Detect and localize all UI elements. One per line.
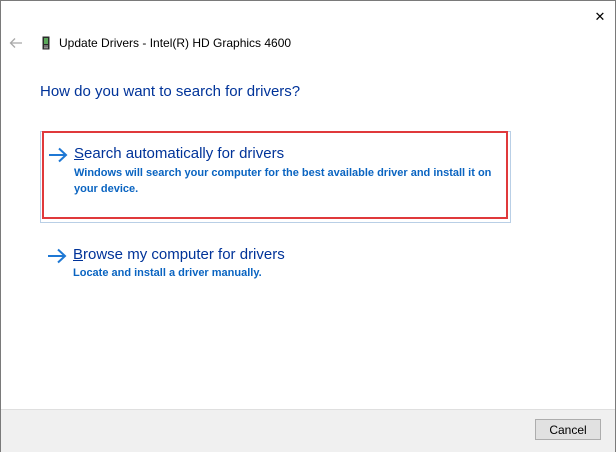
title-bar bbox=[1, 1, 585, 41]
page-heading: How do you want to search for drivers? bbox=[40, 83, 301, 100]
dialog-footer: Cancel bbox=[1, 409, 615, 452]
accelerator-letter: S bbox=[74, 145, 85, 162]
search-automatically-description: Windows will search your computer for th… bbox=[74, 167, 492, 195]
browse-computer-option[interactable]: Browse my computer for drivers Locate an… bbox=[40, 239, 511, 289]
back-button[interactable] bbox=[7, 34, 25, 52]
update-drivers-window: ✕ Update Drivers - Intel(R) HD Graphics … bbox=[0, 0, 616, 452]
option-title-text: rowse my computer for drivers bbox=[83, 246, 285, 263]
right-arrow-icon bbox=[48, 248, 67, 264]
cancel-button[interactable]: Cancel bbox=[535, 419, 601, 440]
option-title-text: earch automatically for drivers bbox=[84, 145, 285, 162]
browse-computer-description: Locate and install a driver manually. bbox=[73, 267, 262, 279]
search-automatically-link[interactable]: Search automatically for drivers bbox=[74, 145, 284, 162]
graphics-card-icon bbox=[41, 36, 51, 50]
close-icon: ✕ bbox=[594, 8, 606, 24]
window-title: Update Drivers - Intel(R) HD Graphics 46… bbox=[59, 36, 292, 50]
accelerator-letter: B bbox=[73, 246, 84, 263]
search-automatically-option[interactable]: Search automatically for drivers Windows… bbox=[40, 131, 511, 223]
close-button[interactable]: ✕ bbox=[585, 1, 615, 31]
browse-computer-link[interactable]: Browse my computer for drivers bbox=[73, 246, 285, 263]
back-arrow-icon bbox=[9, 38, 22, 48]
right-arrow-icon bbox=[49, 147, 68, 163]
